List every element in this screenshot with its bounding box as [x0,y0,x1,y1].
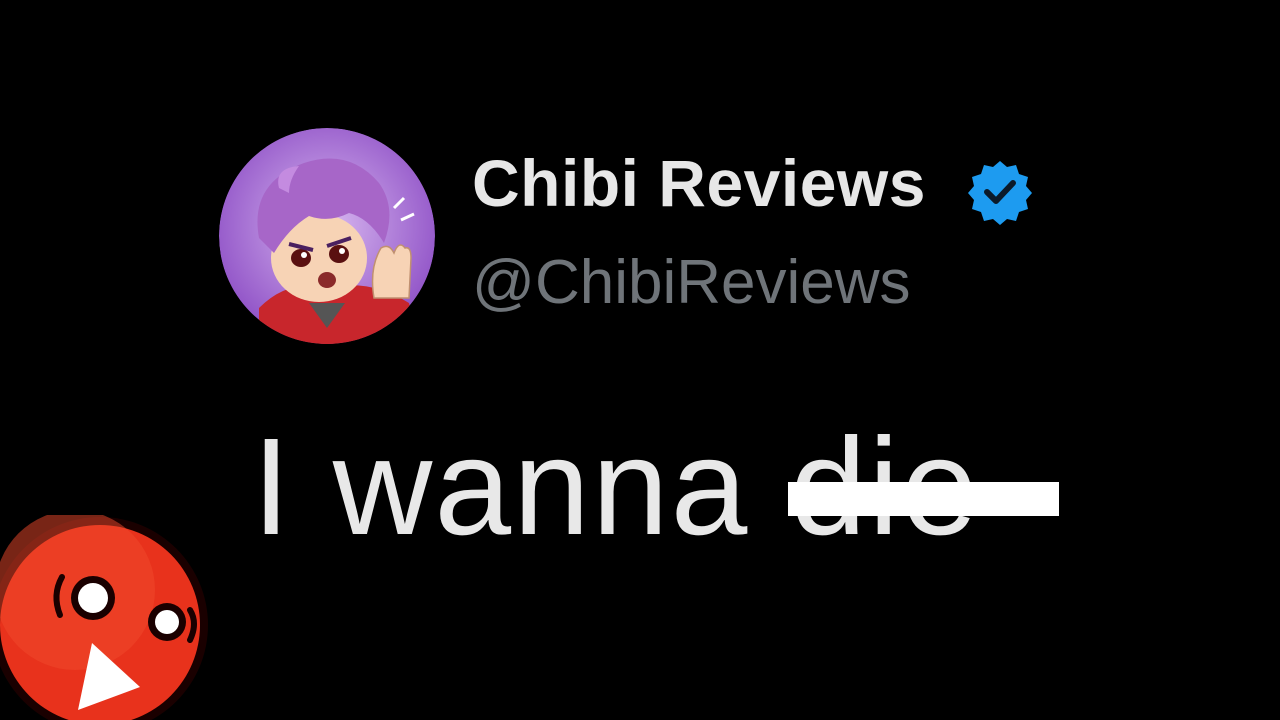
avatar[interactable] [219,128,435,344]
tweet-visible-text: I wanna [252,410,790,564]
tweet-card: Chibi Reviews @ChibiReviews I wanna die [0,0,1280,720]
chibi-avatar-icon [219,128,435,344]
red-ball-mascot-icon [0,510,215,720]
censor-bar [788,482,1059,516]
user-handle[interactable]: @ChibiReviews [472,252,911,314]
verified-badge-icon [966,157,1034,225]
display-name[interactable]: Chibi Reviews [472,150,926,216]
